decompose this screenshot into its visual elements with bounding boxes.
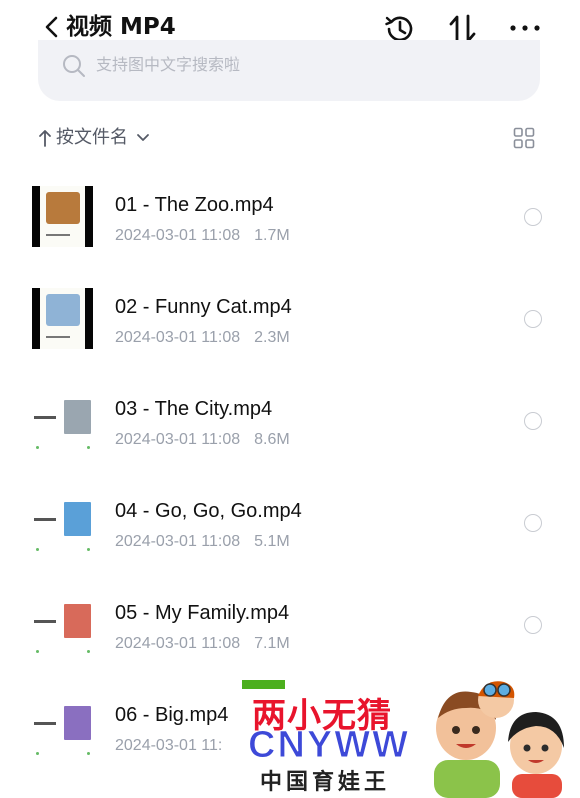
file-name: 02 - Funny Cat.mp4 xyxy=(115,296,292,318)
file-date: 2024-03-01 11:08 xyxy=(115,533,241,550)
video-thumbnail xyxy=(32,186,93,247)
file-date: 2024-03-01 11:08 xyxy=(115,329,241,346)
list-item[interactable]: 02 - Funny Cat.mp4 2024-03-01 11:08 2.3M xyxy=(0,268,580,370)
file-date: 2024-03-01 11: xyxy=(115,737,223,754)
thumb-dot xyxy=(87,650,90,653)
search-input[interactable]: 支持图中文字搜索啦 xyxy=(96,54,240,76)
video-thumbnail xyxy=(32,492,93,553)
list-item[interactable]: 01 - The Zoo.mp4 2024-03-01 11:08 1.7M xyxy=(0,166,580,268)
thumb-text xyxy=(46,234,70,236)
file-name: 04 - Go, Go, Go.mp4 xyxy=(115,500,302,522)
file-name: 06 - Big.mp4 xyxy=(115,704,229,726)
thumb-art xyxy=(64,502,91,536)
thumb-art xyxy=(64,400,91,434)
select-radio[interactable] xyxy=(524,616,542,634)
file-date: 2024-03-01 11:08 xyxy=(115,227,241,244)
video-thumbnail xyxy=(32,288,93,349)
thumb-text xyxy=(34,722,56,725)
select-radio[interactable] xyxy=(524,514,542,532)
thumb-dot xyxy=(36,548,39,551)
file-date: 2024-03-01 11:08 xyxy=(115,635,241,652)
promo-watermark: 两小无猜 CNYWW 中国育娃王 xyxy=(240,678,580,798)
promo-subtitle: 中国育娃王 xyxy=(260,770,391,795)
video-thumbnail xyxy=(32,696,93,757)
thumb-art xyxy=(46,192,80,224)
thumb-art xyxy=(46,294,80,326)
thumb-dot xyxy=(36,446,39,449)
file-meta: 2024-03-01 11:08 1.7M xyxy=(115,226,290,246)
file-name: 03 - The City.mp4 xyxy=(115,398,273,420)
file-size: 7.1M xyxy=(254,635,290,652)
file-name: 01 - The Zoo.mp4 xyxy=(115,194,274,216)
thumb-dot xyxy=(87,548,90,551)
list-item[interactable]: 04 - Go, Go, Go.mp4 2024-03-01 11:08 5.1M xyxy=(0,472,580,574)
thumb-dot xyxy=(36,752,39,755)
search-box[interactable]: 支持图中文字搜索啦 xyxy=(38,40,540,101)
thumb-art xyxy=(64,706,91,740)
list-item[interactable]: 03 - The City.mp4 2024-03-01 11:08 8.6M xyxy=(0,370,580,472)
list-item[interactable]: 05 - My Family.mp4 2024-03-01 11:08 7.1M xyxy=(0,574,580,676)
thumb-text xyxy=(34,416,56,419)
arrow-up-icon xyxy=(39,130,51,147)
file-meta: 2024-03-01 11:08 7.1M xyxy=(115,634,290,654)
video-thumbnail xyxy=(32,594,93,655)
file-size: 5.1M xyxy=(254,533,290,550)
thumb-dot xyxy=(87,446,90,449)
file-meta: 2024-03-01 11:08 5.1M xyxy=(115,532,290,552)
promo-brand: CNYWW xyxy=(248,724,410,767)
video-thumbnail xyxy=(32,390,93,451)
file-meta: 2024-03-01 11:08 8.6M xyxy=(115,430,290,450)
thumb-text xyxy=(34,620,56,623)
select-radio[interactable] xyxy=(524,310,542,328)
file-size: 1.7M xyxy=(254,227,290,244)
file-date: 2024-03-01 11:08 xyxy=(115,431,241,448)
file-meta: 2024-03-01 11: xyxy=(115,736,236,756)
thumb-art xyxy=(64,604,91,638)
thumb-text xyxy=(46,336,70,338)
select-radio[interactable] xyxy=(524,412,542,430)
grid-view-icon[interactable] xyxy=(513,127,535,149)
search-icon xyxy=(63,55,85,77)
more-icon[interactable] xyxy=(508,18,542,38)
file-name: 05 - My Family.mp4 xyxy=(115,602,290,624)
thumb-text xyxy=(34,518,56,521)
chevron-down-icon xyxy=(137,134,149,141)
mascot-children-icon xyxy=(434,681,564,798)
sort-control[interactable]: 按文件名 xyxy=(38,124,150,152)
file-size: 8.6M xyxy=(254,431,290,448)
file-meta: 2024-03-01 11:08 2.3M xyxy=(115,328,290,348)
thumb-dot xyxy=(87,752,90,755)
sort-label: 按文件名 xyxy=(56,127,128,148)
file-size: 2.3M xyxy=(254,329,290,346)
select-radio[interactable] xyxy=(524,208,542,226)
back-icon[interactable] xyxy=(42,15,62,39)
thumb-dot xyxy=(36,650,39,653)
page-title: 视频 MP4 xyxy=(66,14,176,40)
